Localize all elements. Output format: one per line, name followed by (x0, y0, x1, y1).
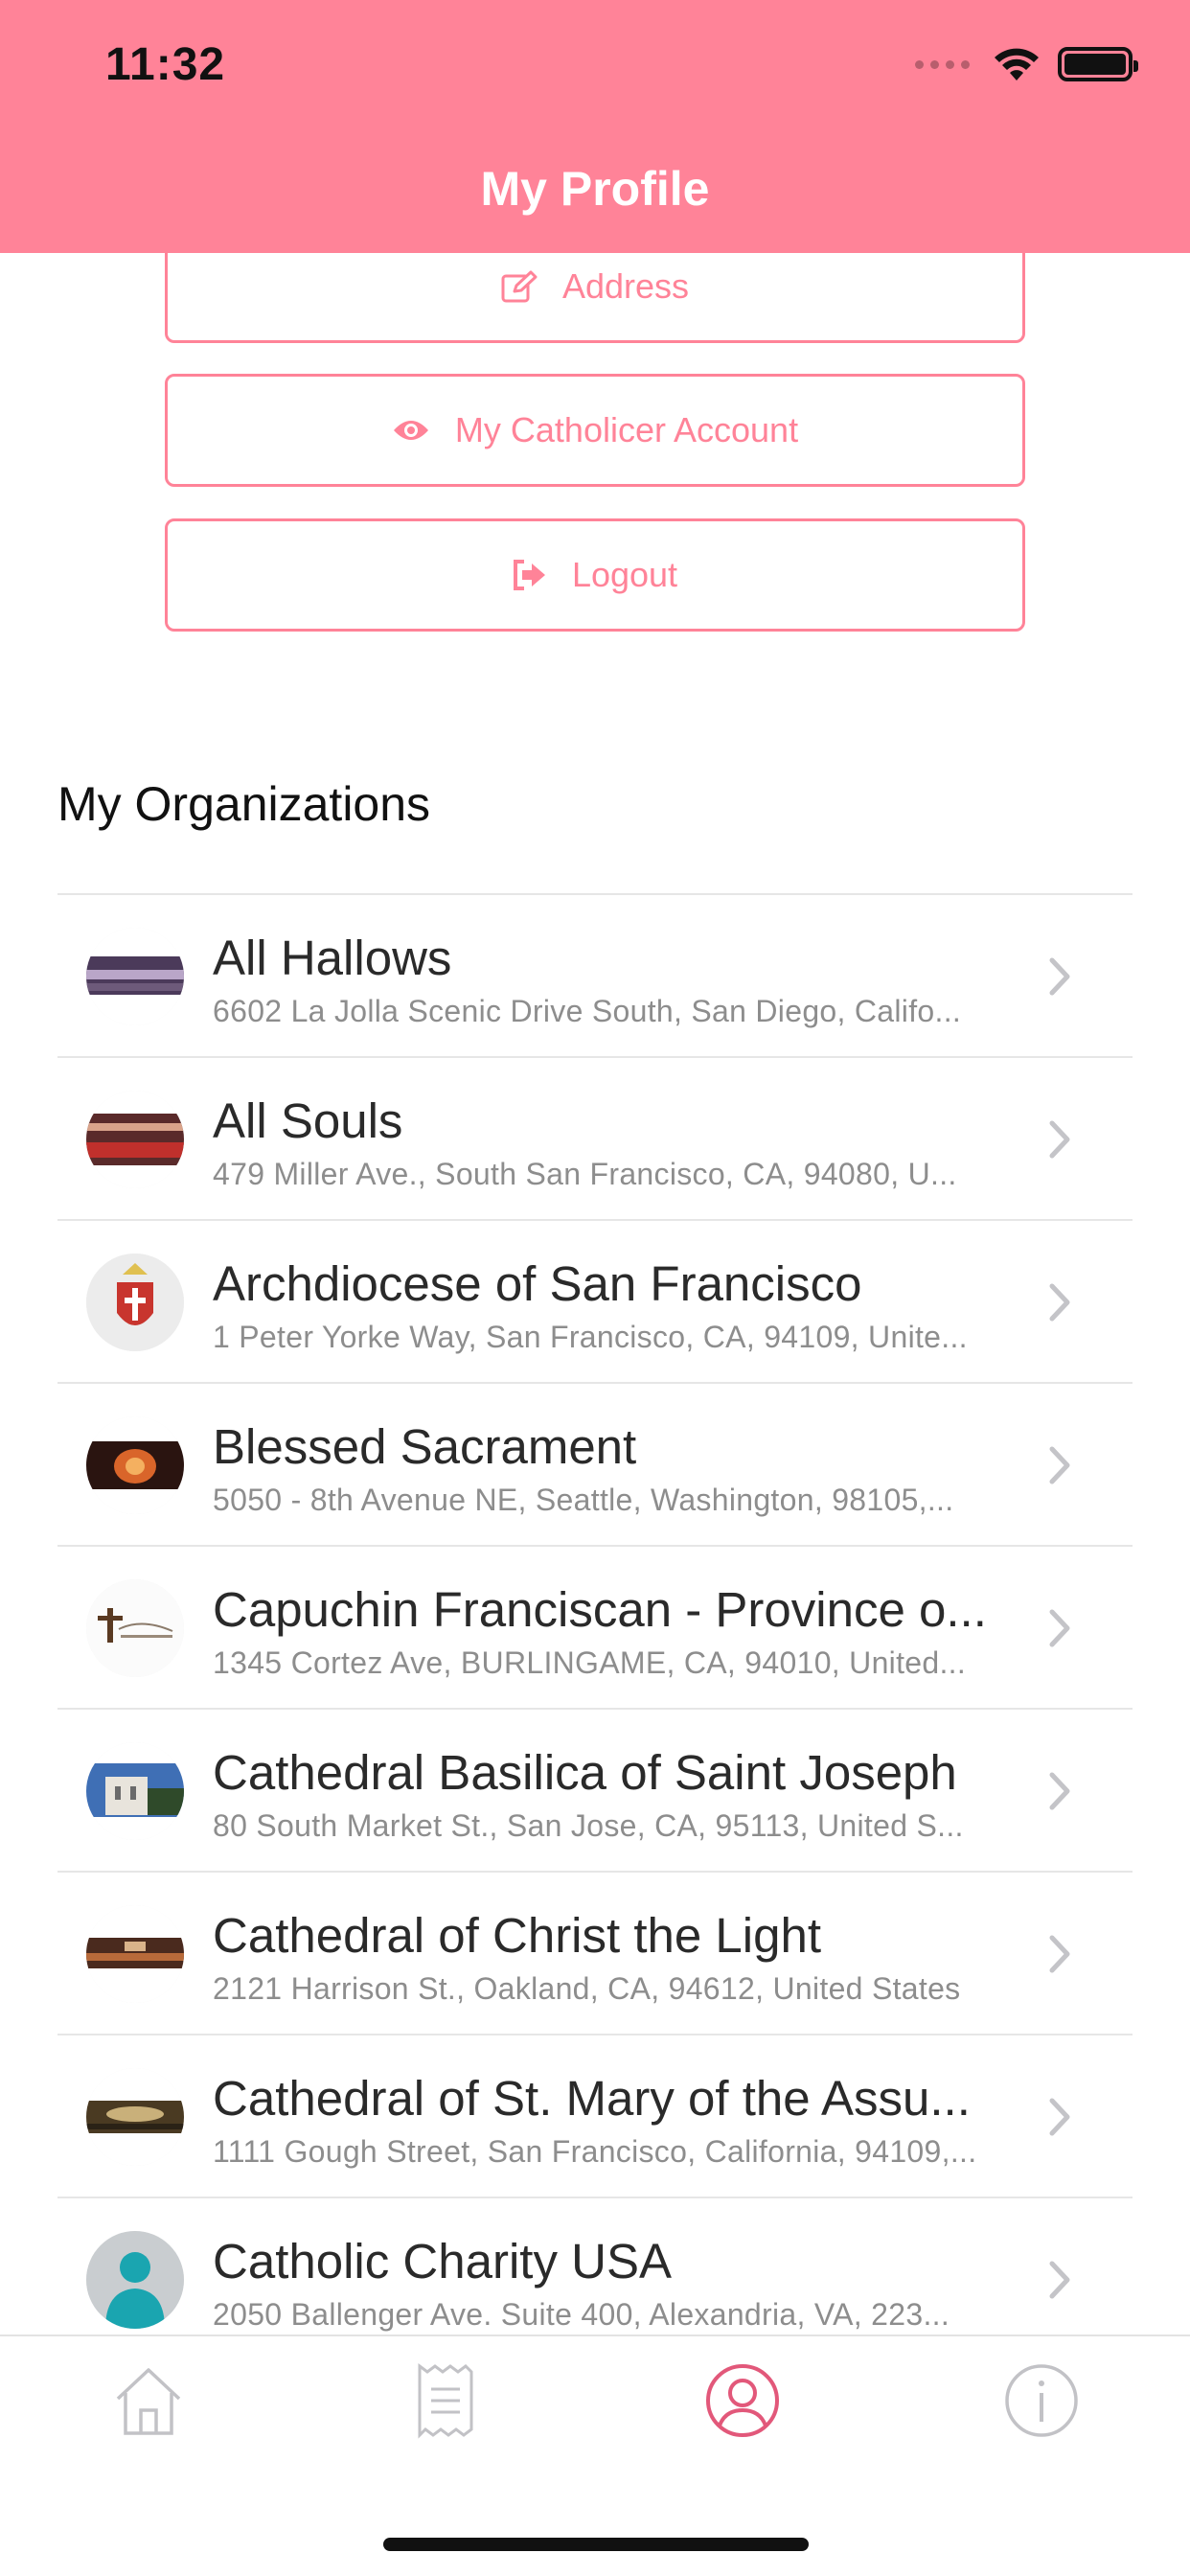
tab-receipts[interactable] (402, 2358, 489, 2444)
sign-out-icon (513, 560, 547, 590)
address-button-label: Address (561, 266, 690, 306)
organization-avatar (86, 2231, 184, 2329)
logout-label: Logout (571, 555, 678, 594)
signal-icon (915, 59, 970, 69)
chevron-right-icon (1049, 2261, 1070, 2299)
organization-list: All Hallows 6602 La Jolla Scenic Drive S… (57, 893, 1133, 2359)
organization-address: 5050 - 8th Avenue NE, Seattle, Washingto… (213, 1483, 954, 1517)
organization-row[interactable]: Archdiocese of San Francisco 1 Peter Yor… (57, 1219, 1133, 1382)
profile-icon (706, 2364, 779, 2437)
organization-address: 1111 Gough Street, San Francisco, Califo… (213, 2134, 977, 2169)
home-icon (116, 2368, 181, 2435)
organization-name: Archdiocese of San Francisco (213, 1256, 862, 1311)
chevron-right-icon (1049, 1120, 1070, 1159)
chevron-right-icon (1049, 1446, 1070, 1484)
chevron-right-icon (1049, 1283, 1070, 1322)
organization-name: All Souls (213, 1093, 403, 1148)
battery-icon (1058, 47, 1138, 81)
tab-home[interactable] (105, 2358, 192, 2444)
organization-address: 1345 Cortez Ave, BURLINGAME, CA, 94010, … (213, 1645, 967, 1680)
organization-name: All Hallows (213, 931, 452, 985)
tab-info[interactable] (998, 2358, 1085, 2444)
organization-address: 2121 Harrison St., Oakland, CA, 94612, U… (213, 1971, 961, 2006)
organization-row[interactable]: All Souls 479 Miller Ave., South San Fra… (57, 1056, 1133, 1219)
eye-icon (392, 417, 430, 444)
logout-button[interactable]: Logout (165, 518, 1025, 632)
chevron-right-icon (1049, 1609, 1070, 1647)
organization-row[interactable]: Cathedral of St. Mary of the Assu... 111… (57, 2034, 1133, 2196)
organization-row[interactable]: Cathedral of Christ the Light 2121 Harri… (57, 1871, 1133, 2034)
organization-avatar (86, 1091, 184, 1188)
organization-avatar (86, 1579, 184, 1677)
organization-row[interactable]: Capuchin Franciscan - Province o... 1345… (57, 1545, 1133, 1708)
home-indicator[interactable] (383, 2538, 809, 2551)
status-time: 11:32 (105, 39, 226, 90)
organization-avatar (86, 2068, 184, 2166)
organization-row[interactable]: All Hallows 6602 La Jolla Scenic Drive S… (57, 893, 1133, 1056)
page-title: My Profile (480, 162, 710, 216)
header: 11:32 My Profile (0, 0, 1190, 253)
chevron-right-icon (1049, 2098, 1070, 2136)
organization-name: Cathedral of Christ the Light (213, 1908, 822, 1963)
catholicer-account-button[interactable]: My Catholicer Account (165, 374, 1025, 487)
organization-avatar (86, 1742, 184, 1840)
organization-avatar (86, 1905, 184, 2003)
chevron-right-icon (1049, 957, 1070, 996)
my-organizations-heading: My Organizations (57, 777, 431, 831)
chevron-right-icon (1049, 1935, 1070, 1973)
organization-address: 2050 Ballenger Ave. Suite 400, Alexandri… (213, 2297, 950, 2332)
organization-name: Capuchin Franciscan - Province o... (213, 1582, 987, 1637)
wifi-icon (995, 48, 1039, 80)
organization-address: 1 Peter Yorke Way, San Francisco, CA, 94… (213, 1320, 968, 1354)
organization-address: 80 South Market St., San Jose, CA, 95113… (213, 1808, 964, 1843)
organization-name: Cathedral of St. Mary of the Assu... (213, 2071, 971, 2126)
organization-avatar (86, 1416, 184, 1514)
status-icons (915, 46, 1138, 82)
organization-avatar (86, 928, 184, 1025)
organization-address: 479 Miller Ave., South San Francisco, CA… (213, 1157, 957, 1191)
receipt-icon (418, 2363, 473, 2439)
organization-avatar (86, 1254, 184, 1351)
info-icon (1005, 2364, 1078, 2437)
organization-row[interactable]: Blessed Sacrament 5050 - 8th Avenue NE, … (57, 1382, 1133, 1545)
chevron-right-icon (1049, 1772, 1070, 1810)
organization-address: 6602 La Jolla Scenic Drive South, San Di… (213, 994, 962, 1028)
organization-name: Catholic Charity USA (213, 2234, 672, 2288)
organization-row[interactable]: Cathedral Basilica of Saint Joseph 80 So… (57, 1708, 1133, 1871)
organization-name: Cathedral Basilica of Saint Joseph (213, 1745, 957, 1800)
organization-name: Blessed Sacrament (213, 1419, 637, 1474)
tab-profile[interactable] (699, 2358, 786, 2444)
edit-icon (501, 270, 538, 303)
catholicer-account-label: My Catholicer Account (454, 410, 799, 449)
